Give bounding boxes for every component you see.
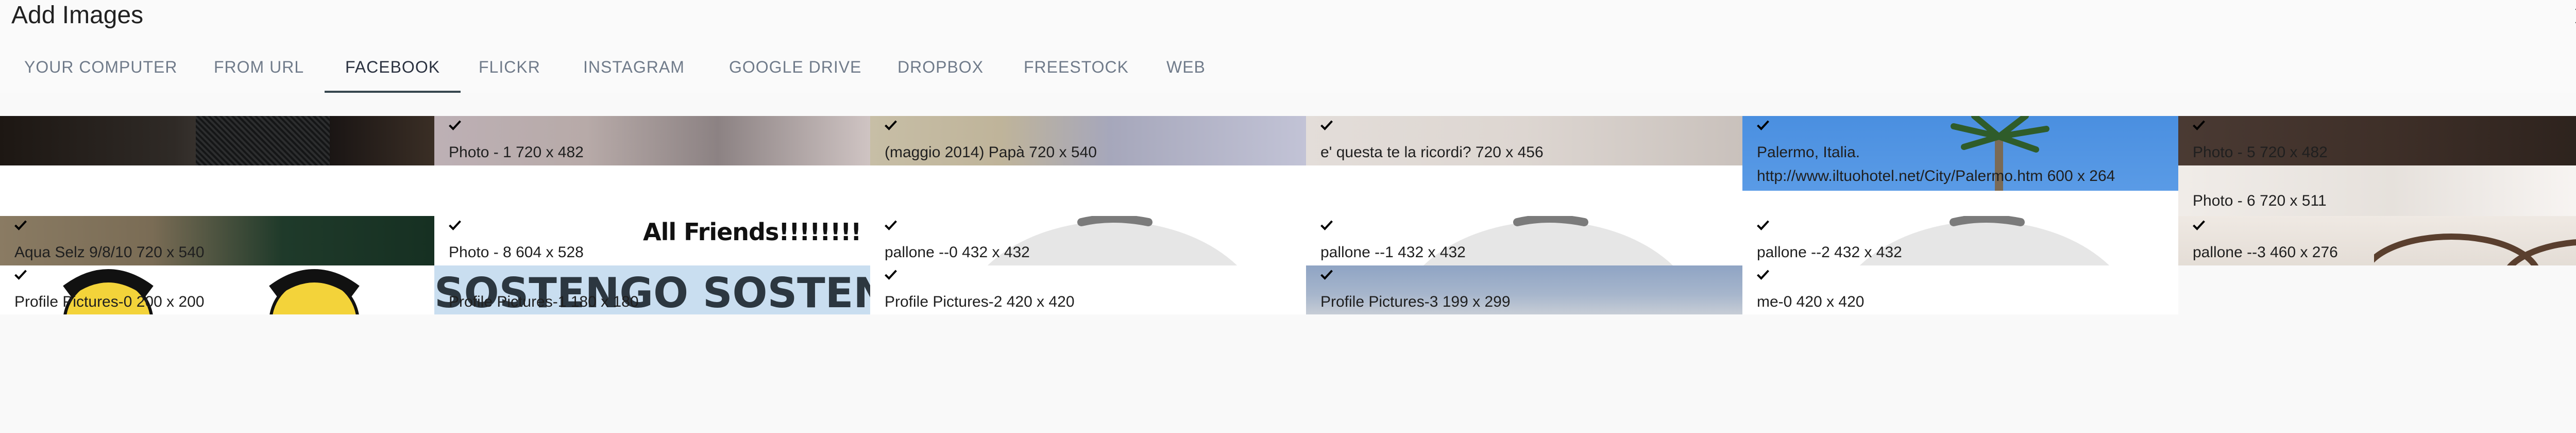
photo-caption: Photo - 8 604 x 528 bbox=[449, 244, 584, 261]
check-icon bbox=[1320, 220, 1333, 230]
photo-caption: pallone --3 460 x 276 bbox=[2193, 244, 2338, 261]
photo-caption: Profile Pictures-0 200 x 200 bbox=[14, 293, 205, 310]
dialog-title: Add Images bbox=[11, 2, 144, 29]
check-icon bbox=[885, 220, 897, 230]
check-icon bbox=[14, 270, 27, 280]
photo-caption: pallone --0 432 x 432 bbox=[885, 244, 1030, 261]
photo-tile[interactable]: Photo - 5 720 x 482 bbox=[2178, 116, 2576, 165]
dialog-header: Add Images bbox=[0, 0, 2576, 36]
source-tabs: YOUR COMPUTER FROM URL FACEBOOK FLICKR I… bbox=[0, 46, 2576, 93]
tab-instagram[interactable]: INSTAGRAM bbox=[583, 46, 685, 93]
photo-caption: Photo - 5 720 x 482 bbox=[2193, 144, 2328, 161]
photo-caption: pallone --2 432 x 432 bbox=[1757, 244, 1902, 261]
photo-tile[interactable]: pallone --2 432 x 432 bbox=[1742, 216, 2178, 265]
image-overlay-text: All Friends!!!!!!!! bbox=[643, 218, 861, 246]
photo-caption: Profile Pictures-3 199 x 299 bbox=[1320, 293, 1511, 310]
photo-caption: Photo - 1 720 x 482 bbox=[449, 144, 584, 161]
check-icon bbox=[2193, 220, 2205, 230]
check-icon bbox=[885, 270, 897, 280]
photo-tile[interactable]: me-0 420 x 420 bbox=[1742, 265, 2178, 314]
photo-caption: e' questa te la ricordi? 720 x 456 bbox=[1320, 144, 1544, 161]
photo-tile[interactable]: Profile Pictures-0 200 x 200 bbox=[0, 265, 434, 314]
photo-caption: Photo - 6 720 x 511 bbox=[2193, 192, 2327, 209]
tab-freestock[interactable]: FREESTOCK bbox=[1024, 46, 1129, 93]
tab-web[interactable]: WEB bbox=[1166, 46, 1206, 93]
cup-image bbox=[2374, 234, 2576, 265]
photo-tile[interactable] bbox=[0, 116, 434, 165]
photo-caption: Palermo, Italia. http://www.iltuohotel.n… bbox=[1757, 144, 2115, 185]
photo-tile[interactable]: pallone --3 460 x 276 bbox=[2178, 216, 2576, 265]
photo-tile[interactable]: Profile Pictures-2 420 x 420 bbox=[870, 265, 1306, 314]
check-icon bbox=[1320, 120, 1333, 130]
photo-tile[interactable]: All Friends!!!!!!!! Photo - 8 604 x 528 bbox=[434, 216, 870, 265]
tab-flickr[interactable]: FLICKR bbox=[479, 46, 540, 93]
photo-tile[interactable]: Photo - 1 720 x 482 bbox=[434, 116, 870, 165]
check-icon bbox=[2193, 120, 2205, 130]
photo-caption: Aqua Selz 9/8/10 720 x 540 bbox=[14, 244, 205, 261]
photo-tile[interactable]: (maggio 2014) Papà 720 x 540 bbox=[870, 116, 1306, 165]
tab-dropbox[interactable]: DROPBOX bbox=[897, 46, 984, 93]
photo-caption: Profile Pictures-1 180 x 180 bbox=[449, 293, 639, 310]
photo-tile[interactable]: Aqua Selz 9/8/10 720 x 540 bbox=[0, 216, 434, 265]
check-icon bbox=[1757, 220, 1769, 230]
tab-from-url[interactable]: FROM URL bbox=[214, 46, 304, 93]
photo-caption: pallone --1 432 x 432 bbox=[1320, 244, 1466, 261]
photo-tile[interactable]: pallone --0 432 x 432 bbox=[870, 216, 1306, 265]
photo-caption: (maggio 2014) Papà 720 x 540 bbox=[885, 144, 1097, 161]
check-icon bbox=[885, 120, 897, 130]
photo-caption: me-0 420 x 420 bbox=[1757, 293, 1865, 310]
check-icon bbox=[14, 220, 27, 230]
photo-tile[interactable]: Photo - 6 720 x 511 bbox=[2178, 165, 2576, 216]
photo-tile[interactable]: e' questa te la ricordi? 720 x 456 bbox=[1306, 116, 1742, 165]
check-icon bbox=[449, 120, 461, 130]
tab-facebook[interactable]: FACEBOOK bbox=[324, 46, 461, 93]
photo-tile[interactable]: Profile Pictures-3 199 x 299 bbox=[1306, 265, 1742, 314]
check-icon bbox=[1757, 120, 1769, 130]
check-icon bbox=[1757, 270, 1769, 280]
check-icon bbox=[1320, 270, 1333, 280]
check-icon bbox=[449, 220, 461, 230]
photo-tile[interactable]: Palermo, Italia. http://www.iltuohotel.n… bbox=[1742, 116, 2178, 191]
close-icon[interactable] bbox=[2571, 3, 2576, 29]
photo-tile[interactable]: pallone --1 432 x 432 bbox=[1306, 216, 1742, 265]
photo-tile[interactable]: SOSTENGO SOSTENGO SOS Profile Pictures-1… bbox=[434, 265, 870, 314]
tab-your-computer[interactable]: YOUR COMPUTER bbox=[24, 46, 177, 93]
tab-google-drive[interactable]: GOOGLE DRIVE bbox=[729, 46, 861, 93]
photo-caption: Profile Pictures-2 420 x 420 bbox=[885, 293, 1075, 310]
